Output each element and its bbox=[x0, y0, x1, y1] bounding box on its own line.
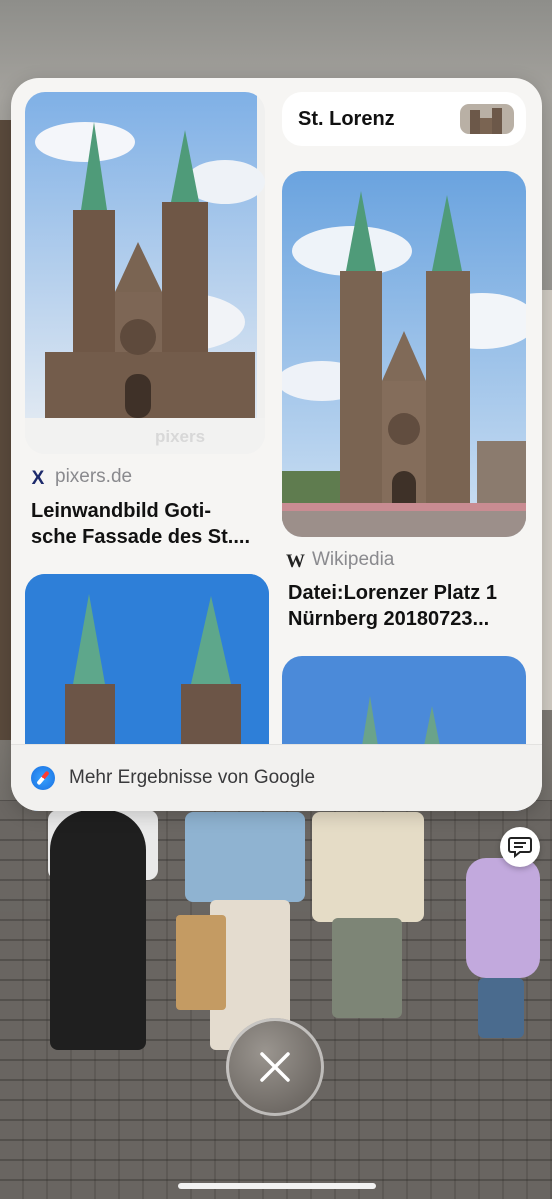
more-results-label: Mehr Ergebnisse von Google bbox=[69, 767, 316, 788]
source-label: Wikipedia bbox=[312, 549, 395, 570]
query-thumbnail bbox=[460, 104, 514, 134]
chat-bubble-icon bbox=[508, 837, 532, 858]
church-photo-canvas bbox=[282, 171, 526, 537]
search-query-chip[interactable]: St. Lorenz bbox=[282, 92, 526, 146]
result-source-pixers: X pixers.de bbox=[29, 466, 133, 489]
close-button[interactable] bbox=[226, 1018, 324, 1116]
result-image-pixers[interactable]: pixers bbox=[25, 92, 265, 454]
person-coat-legs bbox=[332, 918, 402, 1018]
home-indicator[interactable] bbox=[178, 1183, 376, 1189]
child-legs bbox=[478, 978, 524, 1038]
more-results-button[interactable]: Mehr Ergebnisse von Google bbox=[11, 744, 542, 811]
chat-bubble-button[interactable] bbox=[500, 827, 540, 867]
person-coat bbox=[312, 812, 424, 922]
safari-icon bbox=[31, 766, 55, 790]
source-label: pixers.de bbox=[55, 466, 133, 487]
result-title-pixers[interactable]: Leinwandbild Goti- sche Fassade des St..… bbox=[31, 498, 271, 550]
church-photo-canvas bbox=[25, 92, 265, 454]
child bbox=[466, 858, 540, 978]
title-line: Leinwandbild Goti- bbox=[31, 500, 211, 522]
visual-search-results-sheet: pixers X pixers.de Leinwandbild Goti- sc… bbox=[11, 78, 542, 811]
watermark-text: pixers bbox=[155, 427, 206, 446]
result-image-wikipedia[interactable] bbox=[282, 171, 526, 537]
close-icon bbox=[260, 1052, 290, 1082]
person-left bbox=[50, 810, 146, 1050]
title-line: sche Fassade des St.... bbox=[31, 526, 250, 548]
result-title-wikipedia[interactable]: Datei:Lorenzer Platz 1 Nürnberg 20180723… bbox=[288, 580, 528, 632]
title-line: Nürnberg 20180723... bbox=[288, 608, 490, 630]
title-line: Datei:Lorenzer Platz 1 bbox=[288, 582, 497, 604]
person-center-shirt bbox=[185, 812, 305, 902]
query-label: St. Lorenz bbox=[298, 107, 395, 130]
wikipedia-favicon-icon: W bbox=[286, 551, 305, 572]
result-source-wikipedia: W Wikipedia bbox=[286, 549, 395, 572]
pixers-favicon-icon: X bbox=[31, 468, 45, 489]
shopping-bag bbox=[176, 915, 226, 1010]
query-thumbnail-image bbox=[460, 104, 514, 134]
